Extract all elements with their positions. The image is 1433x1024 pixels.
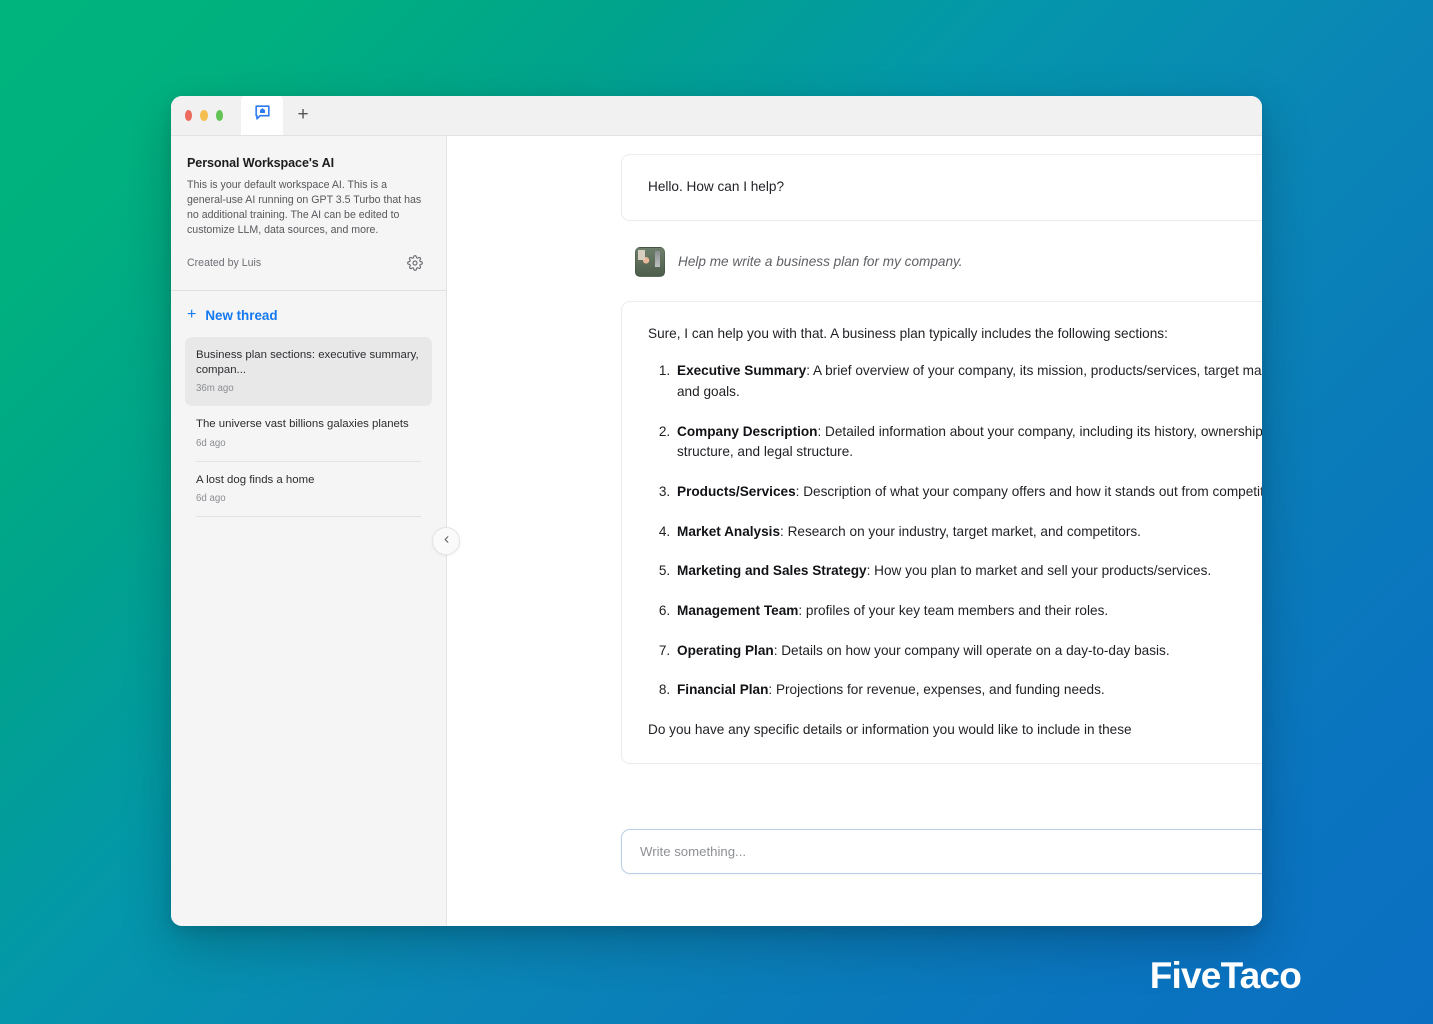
list-item: Marketing and Sales Strategy: How you pl… (674, 561, 1262, 582)
thread-divider (196, 515, 421, 517)
list-item: Products/Services: Description of what y… (674, 482, 1262, 503)
user-message-row: Help me write a business plan for my com… (621, 221, 1262, 301)
section-desc: : Research on your industry, target mark… (780, 523, 1141, 539)
chat-scroll-area[interactable]: Hello. How can I help? Help me write a b… (447, 136, 1262, 926)
plus-icon: + (297, 104, 309, 125)
thread-list: Business plan sections: executive summar… (171, 337, 446, 517)
business-plan-section-list: Executive Summary: A brief overview of y… (648, 361, 1262, 701)
thread-timestamp: 6d ago (196, 437, 226, 449)
assistant-closing-text: Do you have any specific details or info… (648, 721, 1132, 737)
window-body: Personal Workspace's AI This is your def… (171, 136, 1262, 926)
section-desc: : Projections for revenue, expenses, and… (768, 682, 1105, 698)
section-term: Market Analysis (677, 523, 781, 539)
chat-home-icon (253, 103, 272, 127)
assistant-greeting-text: Hello. How can I help? (648, 179, 785, 194)
thread-timestamp: 6d ago (196, 492, 226, 504)
new-thread-label: New thread (205, 307, 278, 323)
tab-bar: + (171, 96, 1262, 136)
thread-item-2[interactable]: A lost dog finds a home 6d ago (185, 462, 432, 516)
brand-logo: FiveTaco (1149, 955, 1302, 996)
thread-title: The universe vast billions galaxies plan… (196, 418, 409, 431)
list-item: Financial Plan: Projections for revenue,… (674, 680, 1262, 701)
section-desc: : Details on how your company will opera… (773, 642, 1170, 658)
new-tab-button[interactable]: + (283, 96, 323, 135)
thread-item-0[interactable]: Business plan sections: executive summar… (185, 337, 432, 407)
collapse-sidebar-button[interactable] (432, 527, 460, 555)
sidebar: Personal Workspace's AI This is your def… (171, 136, 460, 926)
chat-main: Hello. How can I help? Help me write a b… (447, 136, 1262, 926)
list-item: Operating Plan: Details on how your comp… (674, 641, 1262, 662)
plus-icon: + (187, 306, 197, 324)
app-window: + Personal Workspace's AI This is your d… (171, 96, 1262, 926)
list-item: Executive Summary: A brief overview of y… (674, 361, 1262, 402)
assistant-answer-bubble: Sure, I can help you with that. A busine… (621, 300, 1262, 764)
workspace-footer: Created by Luis (187, 254, 424, 272)
new-thread-button[interactable]: + New thread (171, 291, 446, 337)
thread-item-1[interactable]: The universe vast billions galaxies plan… (185, 406, 432, 460)
list-item: Market Analysis: Research on your indust… (674, 522, 1262, 543)
thread-title: A lost dog finds a home (196, 473, 315, 486)
composer[interactable] (621, 829, 1262, 874)
section-desc: : Description of what your company offer… (795, 483, 1262, 499)
avatar (635, 246, 665, 277)
user-message-text: Help me write a business plan for my com… (678, 254, 963, 270)
composer-backdrop (621, 874, 1262, 926)
minimize-window-button[interactable] (200, 109, 208, 121)
workspace-creator: Created by Luis (187, 257, 262, 270)
assistant-greeting-bubble: Hello. How can I help? (621, 154, 1262, 221)
tab-chat-home[interactable] (241, 96, 283, 135)
section-term: Management Team (677, 602, 799, 618)
section-term: Marketing and Sales Strategy (677, 563, 867, 579)
section-term: Company Description (677, 423, 818, 439)
section-desc: : How you plan to market and sell your p… (866, 563, 1212, 579)
section-desc: : profiles of your key team members and … (798, 602, 1109, 618)
assistant-intro-text: Sure, I can help you with that. A busine… (648, 325, 1168, 341)
section-term: Financial Plan (677, 682, 769, 698)
close-window-button[interactable] (185, 109, 193, 121)
message-input[interactable] (640, 844, 1262, 859)
workspace-description: This is your default workspace AI. This … (187, 179, 422, 237)
window-traffic-lights (171, 96, 237, 135)
thread-title: Business plan sections: executive summar… (196, 349, 419, 377)
list-item: Management Team: profiles of your key te… (674, 601, 1262, 622)
section-term: Operating Plan (677, 642, 774, 658)
maximize-window-button[interactable] (215, 109, 223, 121)
workspace-title: Personal Workspace's AI (187, 156, 334, 170)
section-term: Products/Services (677, 483, 796, 499)
gear-icon[interactable] (406, 254, 424, 272)
composer-area (621, 829, 1262, 874)
section-term: Executive Summary (677, 363, 807, 379)
thread-timestamp: 36m ago (196, 383, 234, 395)
list-item: Company Description: Detailed informatio… (674, 422, 1262, 463)
chevron-left-icon (441, 532, 452, 550)
workspace-header: Personal Workspace's AI This is your def… (171, 136, 446, 290)
